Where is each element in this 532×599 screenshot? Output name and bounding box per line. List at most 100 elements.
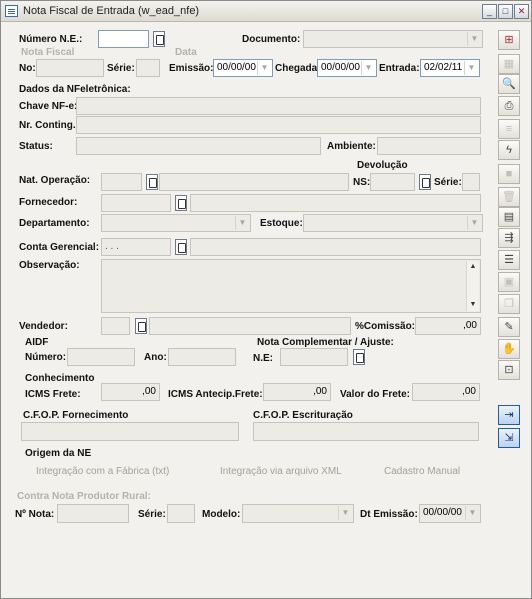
contra-emissao-label: Dt Emissão: (360, 509, 418, 520)
nat-operacao-lookup-icon[interactable] (146, 174, 158, 190)
vendedor-label: Vendedor: (19, 321, 68, 332)
no-label: No: (19, 63, 36, 74)
no-input[interactable] (36, 59, 104, 77)
contra-nota-label: Nº Nota: (15, 509, 55, 520)
hand-icon[interactable]: ✋ (498, 339, 520, 359)
calendar-dropdown-icon: ▼ (361, 61, 375, 75)
table-icon[interactable]: ▦ (498, 54, 520, 74)
aidf-ano-input[interactable] (168, 348, 236, 366)
chevron-down-icon: ▼ (338, 506, 352, 520)
nat-operacao-label: Nat. Operação: (19, 175, 91, 186)
print-icon[interactable]: ⎙ (498, 96, 520, 116)
maximize-button[interactable]: □ (498, 4, 513, 19)
contra-nota-input[interactable] (57, 504, 129, 523)
user-edit-icon[interactable]: ✎ (498, 317, 520, 337)
observacao-textarea[interactable]: ▲ ▼ (101, 259, 481, 313)
insert-row-icon[interactable]: ⇥ (498, 405, 520, 425)
lock-icon[interactable]: ⊡ (498, 360, 520, 380)
comissao-input[interactable]: ,00 (415, 317, 481, 335)
nr-conting-input[interactable] (76, 116, 481, 134)
fornecedor-code-input[interactable] (101, 194, 171, 212)
aidf-numero-input[interactable] (67, 348, 135, 366)
serie-input[interactable] (136, 59, 160, 77)
documento-dropdown[interactable]: ▼ (303, 30, 483, 48)
chegada-value: 00/00/00 (321, 62, 360, 73)
export-icon[interactable]: ⇶ (498, 228, 520, 248)
disabled-square-icon[interactable]: ■ (498, 164, 520, 184)
numero-ne-lookup-icon[interactable] (153, 31, 165, 47)
observacao-scrollbar[interactable]: ▲ ▼ (466, 261, 479, 311)
trash-icon[interactable]: 🗑 (498, 187, 520, 207)
icms-antecip-label: ICMS Antecip.Frete: (168, 389, 263, 400)
fornecedor-label: Fornecedor: (19, 197, 78, 208)
calc-icon[interactable]: ▣ (498, 272, 520, 292)
icms-frete-input[interactable]: ,00 (101, 383, 160, 401)
vendedor-lookup-icon[interactable] (135, 318, 147, 334)
grid-add-icon[interactable]: ⊞ (498, 30, 520, 50)
serie-label: Série: (107, 63, 135, 74)
origem-cadastro-manual-button[interactable]: Cadastro Manual (384, 466, 460, 477)
conta-gerencial-desc-input[interactable] (190, 238, 481, 256)
scroll-down-icon[interactable]: ▼ (467, 299, 479, 311)
exit-icon[interactable]: ⇲ (498, 428, 520, 448)
entrada-date-field[interactable]: 02/02/11 ▼ (420, 59, 480, 77)
vendedor-desc-input[interactable] (149, 317, 351, 335)
entrada-label: Entrada: (379, 63, 420, 74)
ns-lookup-icon[interactable] (419, 174, 431, 190)
scroll-up-icon[interactable]: ▲ (467, 261, 479, 273)
nr-conting-label: Nr. Conting.: (19, 120, 79, 131)
nat-operacao-desc-input[interactable] (159, 173, 349, 191)
estoque-dropdown[interactable]: ▼ (303, 214, 483, 232)
devolucao-serie-input[interactable] (462, 173, 480, 191)
contra-modelo-label: Modelo: (202, 509, 241, 520)
cfop-escrituracao-input[interactable] (253, 422, 479, 441)
save-icon[interactable]: ▤ (498, 207, 520, 227)
origem-integracao-fabrica-button[interactable]: Integração com a Fábrica (txt) (36, 466, 169, 477)
contra-nota-group-label: Contra Nota Produtor Rural: (17, 491, 151, 502)
estoque-label: Estoque: (260, 218, 303, 229)
contra-serie-input[interactable] (167, 504, 195, 523)
nat-operacao-code-input[interactable] (101, 173, 142, 191)
main-window: Nota Fiscal de Entrada (w_ead_nfe) _ □ ✕… (0, 0, 532, 599)
comissao-label: %Comissão: (355, 321, 416, 332)
aidf-group-label: AIDF (25, 337, 49, 348)
aidf-numero-label: Número: (25, 352, 67, 363)
document-search-icon[interactable]: 🔍 (498, 74, 520, 94)
complementar-ne-input[interactable] (280, 348, 348, 366)
close-button[interactable]: ✕ (514, 4, 529, 19)
ns-label: NS: (353, 177, 371, 188)
cfop-fornecimento-input[interactable] (21, 422, 239, 441)
ambiente-label: Ambiente: (327, 141, 376, 152)
status-input[interactable] (76, 137, 321, 155)
ns-input[interactable] (370, 173, 415, 191)
chegada-date-field[interactable]: 00/00/00 ▼ (317, 59, 377, 77)
contra-emissao-date-field[interactable]: 00/00/00 ▼ (419, 504, 481, 523)
numero-ne-label: Número N.E.: (19, 34, 83, 45)
chave-nfe-input[interactable] (76, 97, 481, 115)
ambiente-input[interactable] (377, 137, 481, 155)
report-icon[interactable]: ☰ (498, 250, 520, 270)
copy-icon[interactable]: ❐ (498, 294, 520, 314)
aidf-ano-label: Ano: (144, 352, 167, 363)
origem-group-label: Origem da NE (25, 448, 92, 459)
complementar-ne-lookup-icon[interactable] (353, 349, 365, 365)
icms-antecip-input[interactable]: ,00 (263, 383, 331, 401)
chevron-down-icon: ▼ (235, 216, 249, 230)
conta-gerencial-code-input[interactable]: . . . (101, 238, 171, 256)
valor-frete-input[interactable]: ,00 (412, 383, 480, 401)
calendar-dropdown-icon: ▼ (465, 506, 479, 520)
contra-modelo-dropdown[interactable]: ▼ (242, 504, 354, 523)
fornecedor-desc-input[interactable] (190, 194, 481, 212)
fornecedor-lookup-icon[interactable] (175, 195, 187, 211)
status-label: Status: (19, 141, 53, 152)
list-icon[interactable]: ≡ (498, 119, 520, 139)
numero-ne-input[interactable] (98, 30, 149, 48)
departamento-dropdown[interactable]: ▼ (101, 214, 251, 232)
vendedor-code-input[interactable] (101, 317, 130, 335)
chevron-down-icon: ▼ (467, 216, 481, 230)
lightning-icon[interactable]: ϟ (498, 140, 520, 160)
conta-gerencial-lookup-icon[interactable] (175, 239, 187, 255)
minimize-button[interactable]: _ (482, 4, 497, 19)
origem-integracao-xml-button[interactable]: Integração via arquivo XML (220, 466, 342, 477)
emissao-date-field[interactable]: 00/00/00 ▼ (213, 59, 273, 77)
